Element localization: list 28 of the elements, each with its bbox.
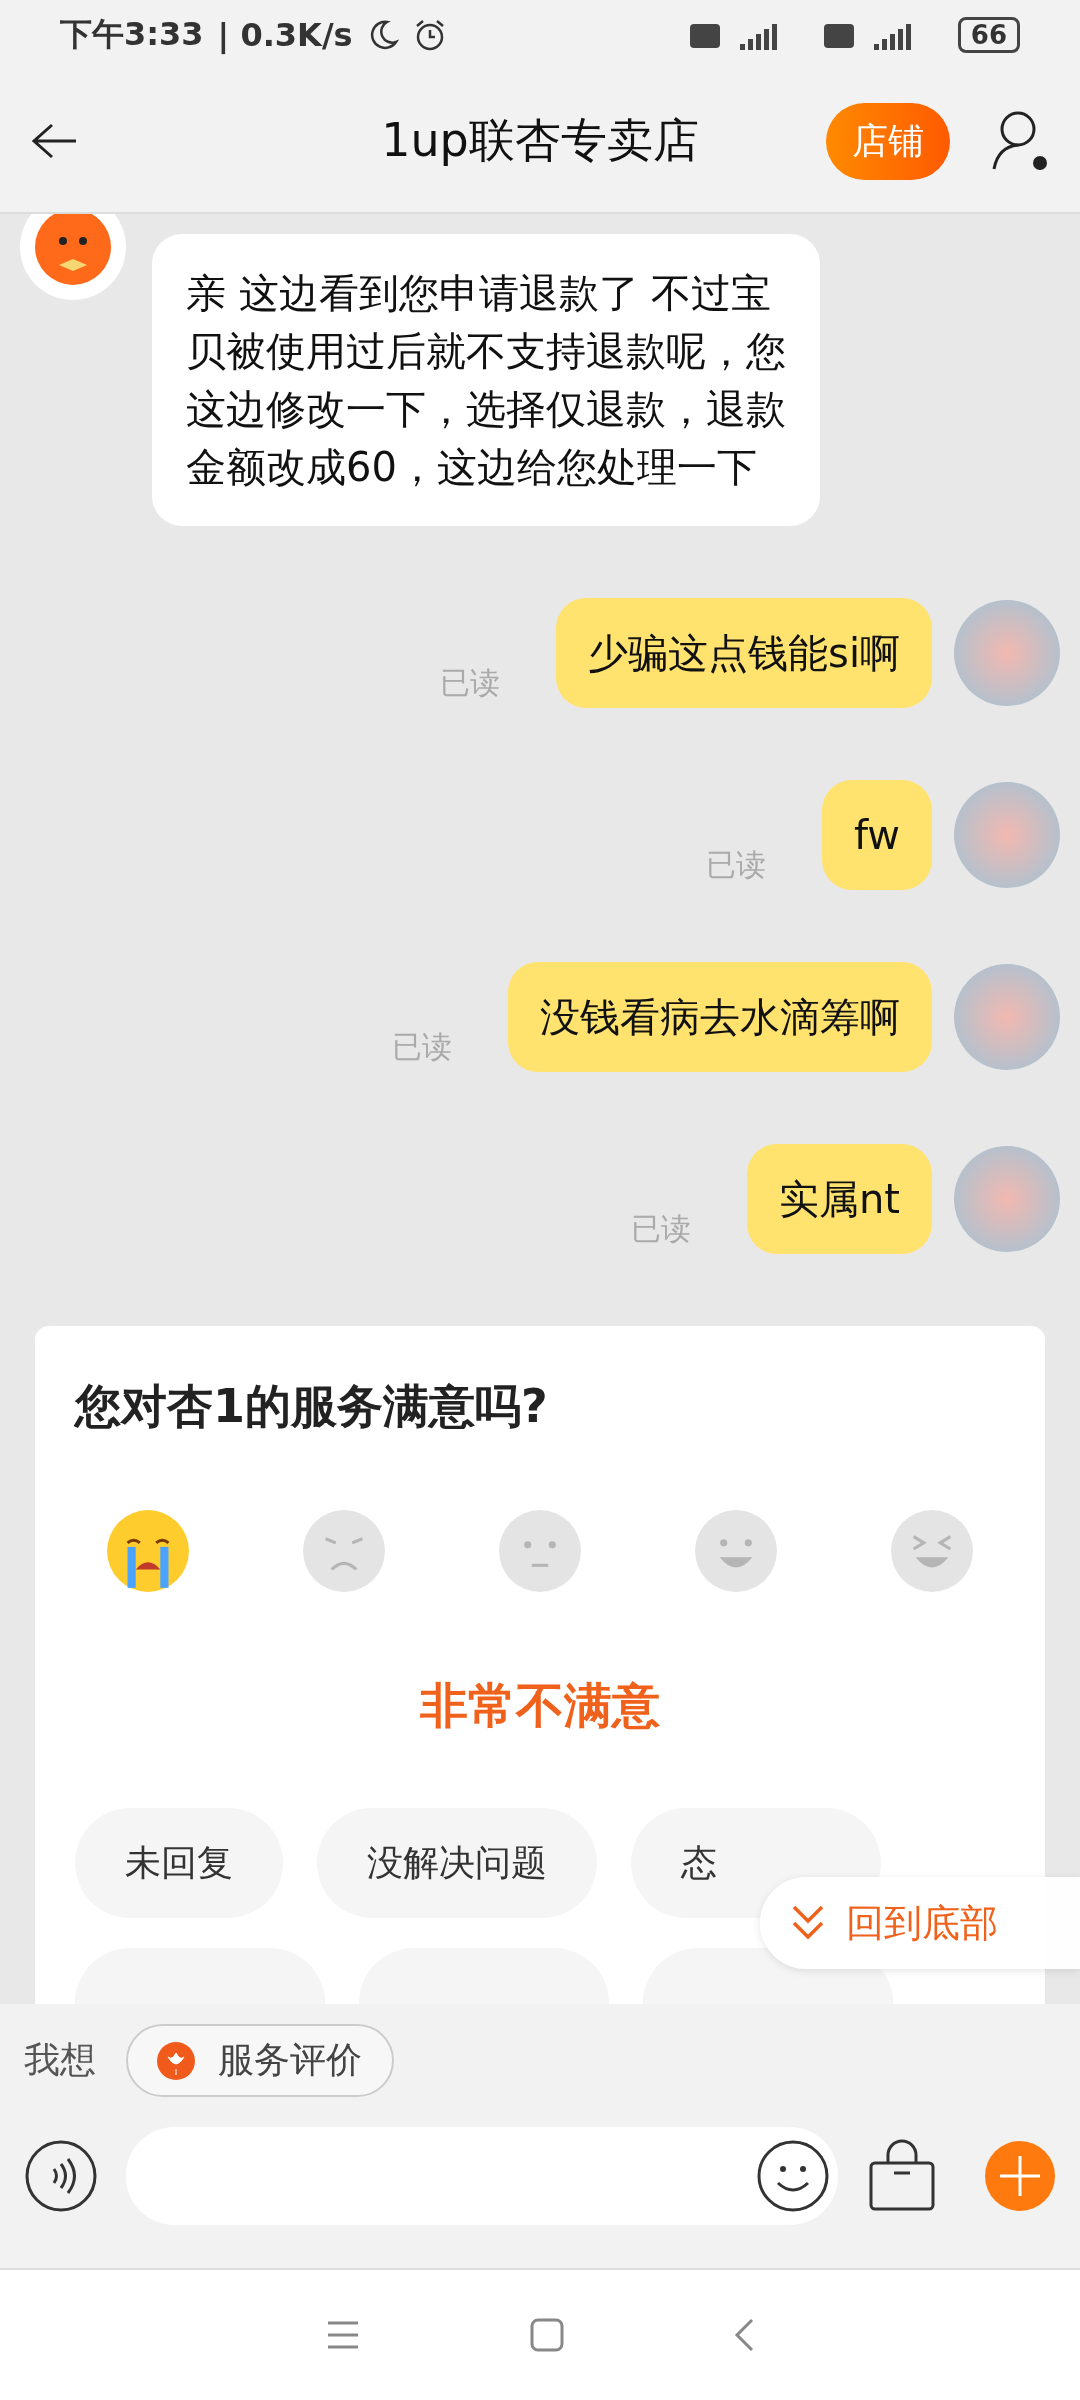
- user-settings-icon[interactable]: [990, 109, 1050, 173]
- message-bubble: fw: [821, 780, 932, 890]
- feedback-tag[interactable]: 没解决问题: [317, 1808, 597, 1918]
- voice-icon[interactable]: [24, 2139, 98, 2213]
- network-speed: | 0.3K/s: [217, 16, 353, 54]
- home-icon[interactable]: [530, 2318, 564, 2352]
- feedback-tag[interactable]: 未回复: [75, 1808, 283, 1918]
- quick-label: 我想: [24, 2038, 96, 2082]
- read-receipt: 已读: [440, 664, 501, 702]
- chat-title: 1up联杏专卖店: [381, 112, 699, 169]
- read-receipt: 已读: [392, 1028, 452, 1066]
- rating-face-icon[interactable]: [105, 1508, 191, 1594]
- message-bubble: 没钱看病去水滴筹啊: [508, 962, 932, 1072]
- plus-icon[interactable]: [984, 2140, 1056, 2212]
- flower-icon: [156, 2040, 196, 2081]
- battery-level: 66: [957, 17, 1020, 53]
- message-bubble: 少骗这点钱能si啊: [556, 598, 932, 708]
- read-receipt: 已读: [630, 1210, 691, 1248]
- rating-result: 非常不满意: [420, 1676, 660, 1735]
- read-receipt: 已读: [705, 846, 766, 884]
- status-time: 下午3:33: [60, 14, 204, 55]
- message-bubble: 实属nt: [746, 1144, 932, 1254]
- message-bubble: 亲 这边看到您申请退款了 不过宝贝被使用过后就不支持退款呢，您这边修改一下，选择仅退款，退款金额改成60，这边给您处理一下: [152, 234, 820, 526]
- service-review-chip[interactable]: 服务评价: [126, 2024, 394, 2097]
- survey-title: 您对杏1的服务满意吗?: [75, 1378, 548, 1435]
- shopping-bag-icon[interactable]: [868, 2139, 936, 2213]
- mascot-icon: [33, 214, 113, 287]
- menu-icon[interactable]: [326, 2320, 360, 2350]
